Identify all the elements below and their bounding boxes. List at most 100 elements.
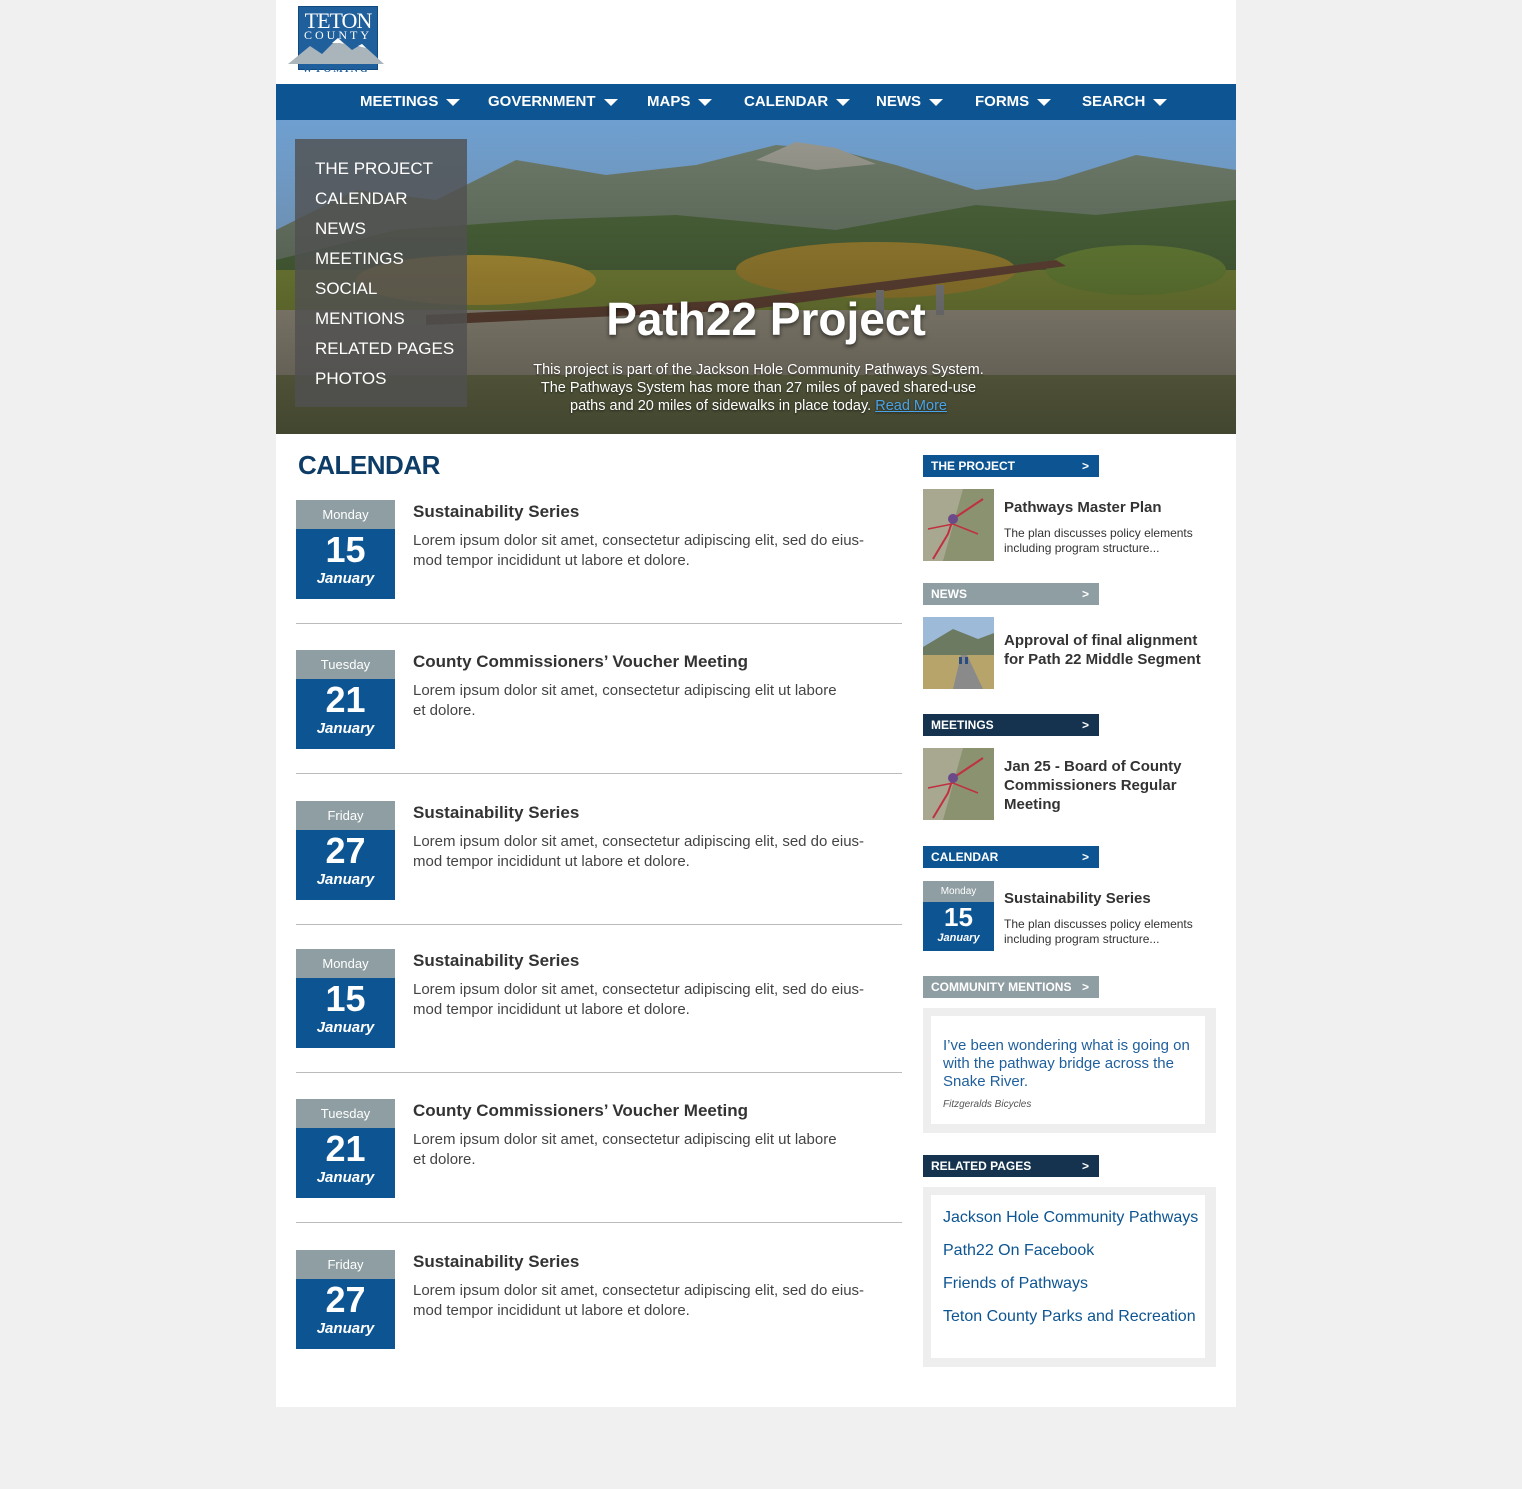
- sidebar-project-title[interactable]: Pathways Master Plan: [1004, 498, 1162, 517]
- event-description: Lorem ipsum dolor sit amet, consectetur …: [413, 531, 883, 571]
- sidebar-heading-calendar[interactable]: CALENDAR >: [923, 846, 1099, 868]
- meeting-map-thumbnail[interactable]: [923, 748, 994, 820]
- event-desc-line: Lorem ipsum dolor sit amet, consectetur …: [413, 1282, 865, 1299]
- nav-label: SEARCH: [1082, 93, 1146, 110]
- quote-line: I’ve been wondering what is going on: [943, 1037, 1190, 1054]
- event-month: January: [316, 720, 375, 737]
- sidebar-heading-label: THE PROJECT: [931, 459, 1016, 473]
- nav-government[interactable]: GOVERNMENT: [488, 84, 618, 120]
- calendar-event[interactable]: Friday 27 January Sustainability Series …: [296, 801, 902, 951]
- event-desc-line: Lorem ipsum dolor sit amet, consectetur …: [413, 833, 865, 850]
- nav-news[interactable]: NEWS: [876, 84, 943, 120]
- read-more-link[interactable]: Read More: [875, 398, 947, 414]
- sidebar-title-line: Commissioners Regular: [1004, 777, 1177, 794]
- nav-search[interactable]: SEARCH: [1082, 84, 1168, 120]
- date-badge: Tuesday 21 January: [296, 1099, 395, 1198]
- news-photo-thumbnail[interactable]: [923, 617, 994, 689]
- calendar-event[interactable]: Monday 15 January Sustainability Series …: [296, 949, 902, 1099]
- event-weekday: Tuesday: [296, 1099, 395, 1128]
- related-pages-panel: Jackson Hole Community Pathways Path22 O…: [923, 1187, 1216, 1367]
- related-link-parks-and-recreation[interactable]: Teton County Parks and Recreation: [943, 1308, 1196, 1326]
- hero-desc-line: paths and 20 miles of sidewalks in place…: [526, 397, 991, 415]
- hero-description: This project is part of the Jackson Hole…: [526, 361, 991, 415]
- calendar-heading: CALENDAR: [298, 450, 440, 480]
- caret-down-icon: [1037, 98, 1052, 106]
- sidebar-heading-label: CALENDAR: [931, 850, 999, 864]
- teton-county-logo[interactable]: TETON COUNTY WYOMING: [288, 6, 384, 76]
- map-thumbnail-image: [923, 748, 994, 820]
- event-weekday: Friday: [296, 801, 395, 830]
- side-menu-mentions[interactable]: MENTIONS: [315, 309, 405, 329]
- mini-month: January: [937, 932, 980, 944]
- event-desc-line: mod tempor incididunt ut labore et dolor…: [413, 1001, 690, 1018]
- event-desc-line: mod tempor incididunt ut labore et dolor…: [413, 1302, 690, 1319]
- event-title[interactable]: Sustainability Series: [413, 502, 579, 522]
- hero-banner: THE PROJECT CALENDAR NEWS MEETINGS SOCIA…: [276, 120, 1236, 434]
- side-menu-calendar[interactable]: CALENDAR: [315, 189, 408, 209]
- event-title[interactable]: Sustainability Series: [413, 951, 579, 971]
- event-description: Lorem ipsum dolor sit amet, consectetur …: [413, 832, 883, 872]
- event-month: January: [316, 1169, 375, 1186]
- event-weekday: Monday: [296, 500, 395, 529]
- calendar-event[interactable]: Tuesday 21 January County Commissioners’…: [296, 1099, 902, 1249]
- page: TETON COUNTY WYOMING MEETINGS GOVERNMENT…: [276, 0, 1236, 1407]
- caret-down-icon: [446, 98, 461, 106]
- hero-desc-line: The Pathways System has more than 27 mil…: [540, 380, 977, 396]
- side-menu-related-pages[interactable]: RELATED PAGES: [315, 339, 454, 359]
- sidebar-heading-meetings[interactable]: MEETINGS >: [923, 714, 1099, 736]
- side-menu-photos[interactable]: PHOTOS: [315, 369, 386, 389]
- event-day: 27: [325, 1279, 366, 1320]
- event-title[interactable]: County Commissioners’ Voucher Meeting: [413, 652, 748, 672]
- event-month: January: [316, 570, 375, 587]
- logo-text-wyoming: WYOMING: [302, 64, 370, 75]
- map-thumbnail-image: [923, 489, 994, 561]
- chevron-right-icon: >: [1081, 1159, 1089, 1173]
- event-title[interactable]: County Commissioners’ Voucher Meeting: [413, 1101, 748, 1121]
- event-title[interactable]: Sustainability Series: [413, 1252, 579, 1272]
- chevron-right-icon: >: [1081, 587, 1089, 601]
- sidebar-news-title[interactable]: Approval of final alignment for Path 22 …: [1004, 631, 1201, 669]
- related-link-jackson-hole-pathways[interactable]: Jackson Hole Community Pathways: [943, 1209, 1198, 1227]
- sidebar-title-line: Jan 25 - Board of County: [1004, 758, 1182, 775]
- event-title[interactable]: Sustainability Series: [413, 803, 579, 823]
- event-month: January: [316, 1019, 375, 1036]
- related-link-friends-of-pathways[interactable]: Friends of Pathways: [943, 1275, 1088, 1293]
- side-menu-news[interactable]: NEWS: [315, 219, 366, 239]
- nav-meetings[interactable]: MEETINGS: [360, 84, 461, 120]
- mention-quote[interactable]: I’ve been wondering what is going on wit…: [943, 1037, 1193, 1091]
- calendar-event[interactable]: Tuesday 21 January County Commissioners’…: [296, 650, 902, 800]
- calendar-event[interactable]: Friday 27 January Sustainability Series …: [296, 1250, 902, 1400]
- side-menu-the-project[interactable]: THE PROJECT: [315, 159, 433, 179]
- related-link-path22-facebook[interactable]: Path22 On Facebook: [943, 1242, 1094, 1260]
- mini-date-badge[interactable]: Monday 15 January: [923, 881, 994, 951]
- event-day: 21: [325, 679, 366, 720]
- pathways-map-thumbnail[interactable]: [923, 489, 994, 561]
- quote-line: with the pathway bridge across the: [943, 1055, 1174, 1072]
- nav-label: MEETINGS: [360, 93, 439, 110]
- sidebar-heading-label: COMMUNITY MENTIONS: [931, 980, 1072, 994]
- nav-maps[interactable]: MAPS: [647, 84, 713, 120]
- sidebar-heading-related-pages[interactable]: RELATED PAGES >: [923, 1155, 1099, 1177]
- event-day: 15: [325, 978, 366, 1019]
- side-menu-meetings[interactable]: MEETINGS: [315, 249, 404, 269]
- sidebar-heading-news[interactable]: NEWS >: [923, 583, 1099, 605]
- nav-calendar[interactable]: CALENDAR: [744, 84, 851, 120]
- event-desc-line: Lorem ipsum dolor sit amet, consectetur …: [413, 1131, 837, 1148]
- sidebar-calendar-description: The plan discusses policy elements inclu…: [1004, 917, 1214, 947]
- nav-forms[interactable]: FORMS: [975, 84, 1052, 120]
- hero-title: Path22 Project: [606, 293, 926, 345]
- sidebar-heading-label: MEETINGS: [931, 718, 994, 732]
- date-badge: Monday 15 January: [296, 949, 395, 1048]
- sidebar-calendar-title[interactable]: Sustainability Series: [1004, 889, 1151, 908]
- sidebar-heading-community-mentions[interactable]: COMMUNITY MENTIONS >: [923, 976, 1099, 998]
- chevron-right-icon: >: [1081, 718, 1089, 732]
- event-weekday: Monday: [296, 949, 395, 978]
- mountain-icon: [288, 38, 384, 64]
- side-menu-social[interactable]: SOCIAL: [315, 279, 377, 299]
- calendar-event[interactable]: Monday 15 January Sustainability Series …: [296, 500, 902, 650]
- pathway-photo-image: [923, 617, 994, 689]
- sidebar-desc-line: including program structure...: [1004, 932, 1160, 946]
- nav-label: CALENDAR: [744, 93, 829, 110]
- sidebar-meeting-title[interactable]: Jan 25 - Board of County Commissioners R…: [1004, 757, 1182, 814]
- sidebar-heading-the-project[interactable]: THE PROJECT >: [923, 455, 1099, 477]
